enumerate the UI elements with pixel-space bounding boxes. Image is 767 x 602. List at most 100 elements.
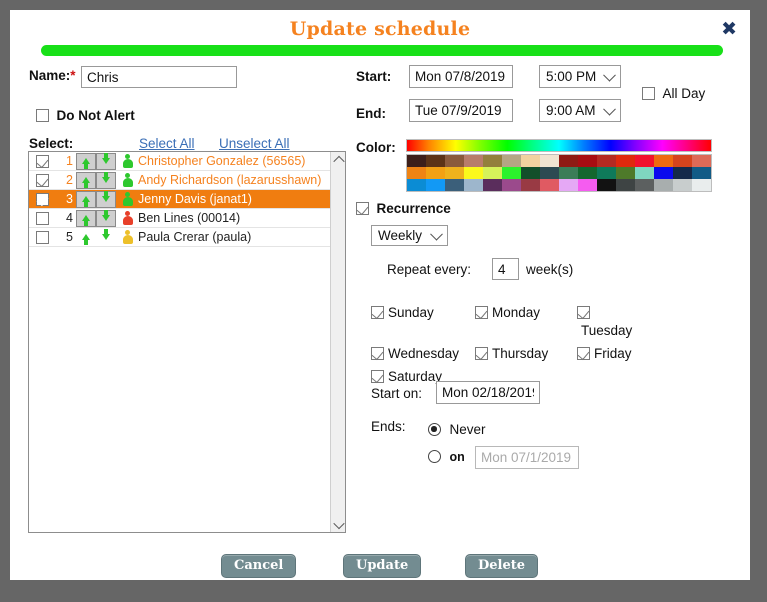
- list-scrollbar[interactable]: [330, 152, 345, 532]
- color-swatch[interactable]: [578, 179, 597, 191]
- name-input[interactable]: [81, 66, 237, 88]
- color-swatch[interactable]: [597, 179, 616, 191]
- color-swatch[interactable]: [407, 155, 426, 167]
- row-checkbox[interactable]: [35, 230, 49, 244]
- weekday-checkbox-row[interactable]: Wednesday: [371, 345, 475, 363]
- delete-button[interactable]: Delete: [465, 554, 539, 578]
- color-swatch[interactable]: [616, 167, 635, 179]
- color-swatch[interactable]: [445, 167, 464, 179]
- move-down-icon[interactable]: [96, 171, 116, 189]
- row-checkbox[interactable]: [35, 154, 49, 168]
- row-checkbox-cell[interactable]: [29, 173, 55, 187]
- color-swatch[interactable]: [464, 155, 483, 167]
- row-reorder-controls[interactable]: [76, 209, 116, 227]
- move-down-icon[interactable]: [96, 229, 116, 246]
- color-swatch[interactable]: [616, 179, 635, 191]
- color-swatch[interactable]: [559, 167, 578, 179]
- color-swatch[interactable]: [521, 155, 540, 167]
- color-swatch[interactable]: [502, 179, 521, 191]
- row-reorder-controls[interactable]: [76, 190, 116, 208]
- color-swatch[interactable]: [692, 167, 711, 179]
- color-swatch[interactable]: [692, 155, 711, 167]
- do-not-alert-checkbox[interactable]: [36, 109, 49, 122]
- color-swatch[interactable]: [407, 167, 426, 179]
- row-reorder-controls[interactable]: [76, 171, 116, 189]
- row-reorder-controls[interactable]: [76, 152, 116, 170]
- user-list[interactable]: 1 Christopher Gonzalez (56565) 2 Andy Richa…: [28, 151, 346, 533]
- color-swatch[interactable]: [692, 179, 711, 191]
- table-row[interactable]: 3 Jenny Davis (janat1): [29, 190, 345, 209]
- scroll-up-icon[interactable]: [331, 152, 346, 167]
- color-hue-bar[interactable]: [406, 139, 712, 152]
- table-row[interactable]: 2 Andy Richardson (lazarusshawn): [29, 171, 345, 190]
- color-swatch[interactable]: [597, 167, 616, 179]
- weekday-checkbox-row[interactable]: Tuesday: [577, 304, 641, 340]
- end-time-select[interactable]: 9:00 AM: [539, 99, 621, 122]
- color-swatch[interactable]: [464, 179, 483, 191]
- color-swatch[interactable]: [673, 155, 692, 167]
- color-swatch[interactable]: [540, 155, 559, 167]
- weekday-checkbox[interactable]: [475, 347, 488, 360]
- color-swatch[interactable]: [502, 155, 521, 167]
- color-swatch[interactable]: [559, 155, 578, 167]
- weekday-checkbox[interactable]: [577, 347, 590, 360]
- color-swatch[interactable]: [483, 167, 502, 179]
- ends-on-radio[interactable]: [428, 450, 441, 463]
- color-swatch[interactable]: [635, 179, 654, 191]
- move-down-icon[interactable]: [96, 209, 116, 227]
- color-swatch[interactable]: [540, 179, 559, 191]
- row-checkbox[interactable]: [35, 192, 49, 206]
- select-all-link[interactable]: Select All: [139, 136, 195, 151]
- repeat-interval-input[interactable]: [492, 258, 519, 280]
- color-swatch[interactable]: [483, 155, 502, 167]
- frequency-select[interactable]: Weekly: [371, 225, 448, 246]
- do-not-alert-checkbox-row[interactable]: Do Not Alert: [36, 107, 135, 125]
- color-swatch[interactable]: [616, 155, 635, 167]
- ends-never-radio-row[interactable]: Never: [428, 421, 485, 439]
- all-day-checkbox-row[interactable]: All Day: [642, 85, 705, 103]
- table-row[interactable]: 4 Ben Lines (00014): [29, 209, 345, 228]
- color-swatch[interactable]: [521, 167, 540, 179]
- color-swatch[interactable]: [483, 179, 502, 191]
- color-swatch[interactable]: [502, 167, 521, 179]
- weekday-checkbox-row[interactable]: Sunday: [371, 304, 475, 340]
- color-swatch[interactable]: [445, 155, 464, 167]
- move-down-icon[interactable]: [96, 190, 116, 208]
- color-swatch[interactable]: [559, 179, 578, 191]
- color-swatch[interactable]: [635, 167, 654, 179]
- update-button[interactable]: Update: [343, 554, 422, 578]
- color-swatch[interactable]: [426, 167, 445, 179]
- color-swatch[interactable]: [673, 167, 692, 179]
- row-checkbox-cell[interactable]: [29, 211, 55, 225]
- all-day-checkbox[interactable]: [642, 87, 655, 100]
- weekday-checkbox-row[interactable]: Monday: [475, 304, 577, 340]
- color-swatch[interactable]: [654, 179, 673, 191]
- end-date-input[interactable]: [409, 99, 513, 122]
- row-reorder-controls[interactable]: [76, 229, 116, 246]
- color-swatch[interactable]: [464, 167, 483, 179]
- color-swatch[interactable]: [673, 179, 692, 191]
- color-swatch[interactable]: [597, 155, 616, 167]
- color-swatch[interactable]: [521, 179, 540, 191]
- ends-never-radio[interactable]: [428, 423, 441, 436]
- color-swatch[interactable]: [578, 155, 597, 167]
- row-checkbox[interactable]: [35, 211, 49, 225]
- move-down-icon[interactable]: [96, 152, 116, 170]
- color-swatch[interactable]: [426, 179, 445, 191]
- color-swatch[interactable]: [654, 167, 673, 179]
- weekday-checkbox[interactable]: [371, 347, 384, 360]
- cancel-button[interactable]: Cancel: [221, 554, 297, 578]
- row-checkbox-cell[interactable]: [29, 154, 55, 168]
- unselect-all-link[interactable]: Unselect All: [219, 136, 290, 151]
- close-icon[interactable]: ✖: [721, 20, 737, 39]
- ends-on-date-input[interactable]: [475, 446, 579, 469]
- table-row[interactable]: 5 Paula Crerar (paula): [29, 228, 345, 247]
- row-checkbox[interactable]: [35, 173, 49, 187]
- color-swatch-grid[interactable]: [406, 154, 712, 192]
- color-swatch[interactable]: [540, 167, 559, 179]
- color-swatch[interactable]: [407, 179, 426, 191]
- scroll-down-icon[interactable]: [331, 517, 346, 532]
- weekday-checkbox[interactable]: [577, 306, 590, 319]
- move-up-icon[interactable]: [76, 152, 96, 170]
- move-up-icon[interactable]: [76, 171, 96, 189]
